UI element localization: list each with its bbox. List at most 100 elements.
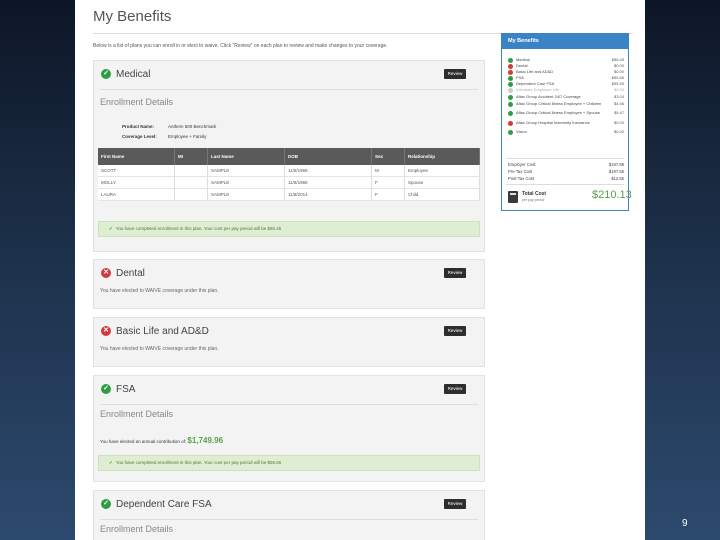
- dependents-table: First Name MI Last Name DOB Sex Relation…: [98, 148, 480, 201]
- summary-item-amount: $55.55: [611, 81, 624, 86]
- summary-total-amount: $197.58: [608, 169, 624, 174]
- table-row: SCOTT SAMPLE 11/6/1966 M Employee: [98, 165, 480, 177]
- summary-total-label: Employer Cost: [508, 162, 536, 167]
- product-name-row: Product Name: Anthem 500 Benchmark: [122, 124, 216, 129]
- cell-last-name: SAMPLE: [207, 165, 285, 177]
- summary-total-line: Pre-Tax Cost $197.58: [508, 169, 624, 174]
- cell-relationship: Employee: [404, 165, 480, 177]
- cell-first-name: MOLLY: [98, 176, 175, 189]
- product-name-value: Anthem 500 Benchmark: [168, 124, 217, 129]
- summary-item-amount: $0.00: [613, 129, 624, 134]
- summary-item-amount: $86.45: [611, 57, 624, 62]
- summary-item-label: Aflac Group Hospital Indemnity Insurance: [516, 120, 590, 125]
- summary-item: Aflac Group Critical Illness Employee + …: [508, 110, 624, 117]
- dental-review-button[interactable]: Review: [444, 268, 466, 278]
- medical-success-text: You have completed enrollment in this pl…: [115, 226, 282, 231]
- cell-mi: [174, 165, 208, 177]
- benefits-page: My Benefits Below is a list of plans you…: [75, 0, 645, 540]
- summary-item-label: FSA: [516, 75, 524, 80]
- summary-item-label: Medical: [516, 57, 530, 62]
- summary-item-amount: $3.04: [613, 94, 624, 99]
- table-row: LAURA SAMPLE 11/9/2014 F Child: [98, 188, 480, 201]
- divider: [506, 158, 624, 159]
- checkmark-icon: ✓: [109, 460, 113, 465]
- cell-last-name: SAMPLE: [207, 188, 285, 201]
- dependent-care-card: ✓ Dependent Care FSA Review Enrollment D…: [93, 490, 485, 540]
- summary-total-label: Pre-Tax Cost: [508, 169, 533, 174]
- dental-card-header: ✕ Dental Review: [94, 260, 484, 286]
- cell-mi: [174, 176, 208, 189]
- cell-dob: 11/6/1966: [284, 165, 372, 177]
- coverage-level-row: Coverage Level: Employee + Family: [122, 134, 206, 139]
- basic-life-waive-note: You have elected to WAIVE coverage under…: [100, 346, 219, 352]
- column-header-dob: DOB: [284, 148, 372, 165]
- summary-total-line: Post-Tax Cost $12.55: [508, 176, 624, 181]
- summary-item: Vision $0.00: [508, 129, 624, 136]
- summary-total-label: Post-Tax Cost: [508, 176, 535, 181]
- x-circle-icon: [508, 121, 513, 126]
- divider: [100, 519, 478, 520]
- cell-mi: [174, 188, 208, 201]
- page-title: My Benefits: [93, 8, 172, 25]
- calculator-icon: [508, 191, 518, 203]
- fsa-success-text: You have completed enrollment in this pl…: [115, 460, 282, 465]
- benefits-summary-panel: My Benefits Medical $86.45 Dental $0.00 Basi…: [501, 33, 632, 211]
- check-circle-icon: ✓: [101, 69, 111, 79]
- cell-relationship: Child: [404, 188, 480, 201]
- product-name-label: Product Name:: [122, 124, 155, 129]
- dental-card: ✕ Dental Review You have elected to WAIV…: [93, 259, 485, 309]
- check-circle-icon: [508, 130, 513, 135]
- summary-item-label: Dental: [516, 63, 528, 68]
- summary-item-label: Aflac Group Critical Illness Employee + …: [516, 101, 602, 106]
- check-circle-icon: ✓: [101, 384, 111, 394]
- x-circle-icon: ✕: [101, 326, 111, 336]
- cell-first-name: SCOTT: [98, 165, 175, 177]
- summary-item-label: Voluntary Employee Life: [516, 87, 560, 92]
- dependent-care-review-button[interactable]: Review: [444, 499, 466, 509]
- summary-item-amount: $0.00: [613, 120, 624, 125]
- dependent-care-card-header: ✓ Dependent Care FSA Review: [94, 491, 484, 517]
- column-header-sex: Sex: [371, 148, 405, 165]
- cell-dob: 11/8/1965: [284, 176, 372, 189]
- summary-item-amount: $0.00: [613, 87, 624, 92]
- summary-item-amount: $0.00: [613, 63, 624, 68]
- divider: [100, 89, 478, 90]
- medical-card: ✓ Medical Review Enrollment Details Prod…: [93, 60, 485, 252]
- check-circle-icon: [508, 102, 513, 107]
- divider: [100, 404, 478, 405]
- cell-sex: M: [371, 165, 405, 177]
- coverage-level-label: Coverage Level:: [122, 134, 157, 139]
- summary-item-label: Dependent Care FSA: [516, 81, 555, 86]
- dependent-care-title: Dependent Care FSA: [116, 499, 212, 510]
- summary-item-amount: $4.56: [613, 101, 624, 106]
- summary-item: Voluntary Employee Life $0.00: [508, 87, 624, 94]
- cell-dob: 11/9/2014: [284, 188, 372, 201]
- fsa-contribution-row: You have elected an annual contribution …: [100, 436, 223, 445]
- fsa-card-header: ✓ FSA Review: [94, 376, 484, 402]
- summary-item-label: Aflac Group Critical Illness Employee + …: [516, 110, 600, 115]
- column-header-mi: MI: [174, 148, 208, 165]
- basic-life-review-button[interactable]: Review: [444, 326, 466, 336]
- medical-title: Medical: [116, 69, 151, 80]
- summary-item: Aflac Group Hospital Indemnity Insurance…: [508, 120, 624, 127]
- medical-review-button[interactable]: Review: [444, 69, 466, 79]
- summary-item-label: Vision: [516, 129, 527, 134]
- summary-item-amount: $5.47: [613, 110, 624, 115]
- table-header-row: First Name MI Last Name DOB Sex Relation…: [98, 148, 480, 165]
- summary-total-amount: $12.55: [611, 176, 624, 181]
- basic-life-card-header: ✕ Basic Life and AD&D Review: [94, 318, 484, 344]
- summary-item-label: Basic Life and AD&D: [516, 69, 554, 74]
- cell-first-name: LAURA: [98, 188, 175, 201]
- fsa-review-button[interactable]: Review: [444, 384, 466, 394]
- cell-relationship: Spouse: [404, 176, 480, 189]
- check-circle-icon: ✓: [101, 499, 111, 509]
- enrollment-details-heading: Enrollment Details: [100, 524, 174, 534]
- total-cost-period: per pay period: [522, 198, 545, 202]
- column-header-relationship: Relationship: [404, 148, 480, 165]
- divider: [506, 184, 624, 185]
- summary-title: My Benefits: [502, 34, 628, 49]
- basic-life-card: ✕ Basic Life and AD&D Review You have el…: [93, 317, 485, 367]
- cell-last-name: SAMPLE: [207, 176, 285, 189]
- cell-sex: F: [371, 176, 405, 189]
- summary-item-label: Aflac Group Accident 24/7 Coverage: [516, 94, 581, 99]
